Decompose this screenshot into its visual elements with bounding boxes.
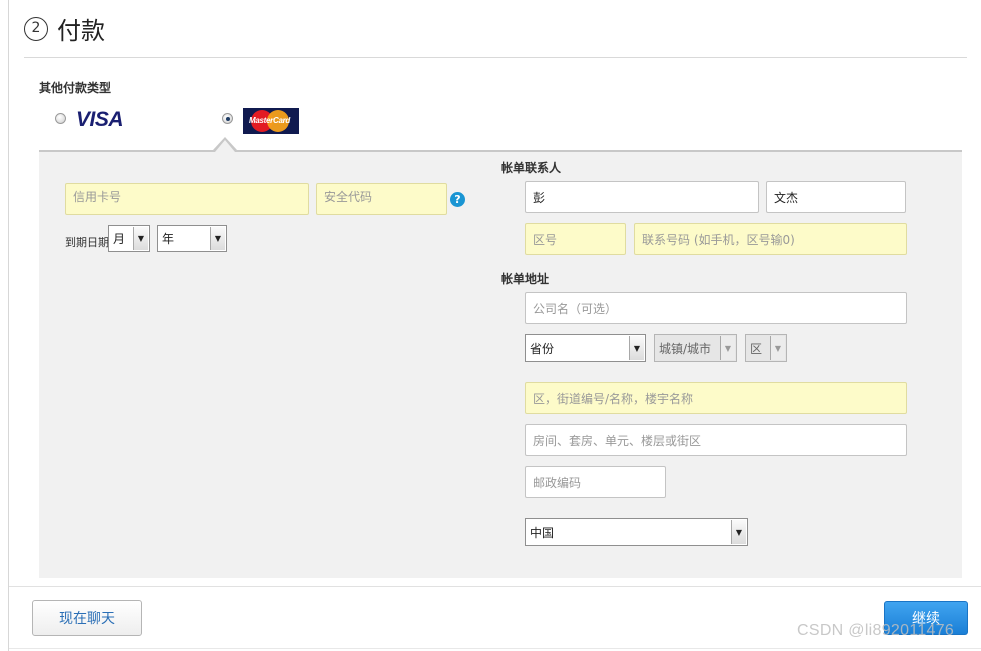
city-value: 城镇/城市 (659, 341, 712, 356)
expiry-year-select[interactable]: 年 ▼ (157, 225, 227, 252)
billing-address-label: 帐单地址 (501, 272, 550, 286)
mastercard-radio[interactable] (222, 113, 233, 124)
security-code-placeholder: 安全代码 (324, 190, 373, 204)
first-name-value: 文杰 (774, 190, 799, 205)
mastercard-logo[interactable]: MasterCard (243, 108, 299, 134)
phone-number-placeholder: 联系号码 (如手机，区号输0) (642, 232, 795, 247)
province-value: 省份 (530, 341, 555, 356)
help-icon[interactable]: ? (450, 192, 465, 207)
first-name-input[interactable]: 文杰 (766, 181, 906, 213)
chevron-down-icon: ▼ (133, 227, 148, 250)
expiry-month-select[interactable]: 月 ▼ (108, 225, 150, 252)
company-name-placeholder: 公司名（可选） (533, 301, 618, 316)
room-unit-placeholder: 房间、套房、单元、楼层或街区 (533, 433, 702, 448)
city-select: 城镇/城市 ▼ (654, 334, 737, 362)
expiry-date-label: 到期日期 (65, 236, 109, 249)
last-name-input[interactable]: 彭 (525, 181, 759, 213)
visa-radio[interactable] (55, 113, 66, 124)
watermark: CSDN @li892011476 (797, 622, 955, 639)
postal-code-input[interactable]: 邮政编码 (525, 466, 666, 498)
page-left-border (8, 0, 9, 651)
area-code-placeholder: 区号 (533, 232, 558, 247)
chevron-down-icon: ▼ (210, 227, 225, 250)
room-unit-input[interactable]: 房间、套房、单元、楼层或街区 (525, 424, 907, 456)
postal-code-placeholder: 邮政编码 (533, 475, 582, 490)
street-address-input[interactable]: 区，街道编号/名称，楼宇名称 (525, 382, 907, 414)
country-value: 中国 (530, 525, 555, 540)
footer-divider (9, 586, 981, 587)
province-select[interactable]: 省份 ▼ (525, 334, 646, 362)
phone-number-input[interactable]: 联系号码 (如手机，区号输0) (634, 223, 907, 255)
area-code-input[interactable]: 区号 (525, 223, 626, 255)
header-divider (24, 57, 967, 58)
chevron-down-icon: ▼ (720, 336, 735, 360)
card-number-input[interactable]: 信用卡号 (65, 183, 309, 215)
card-number-placeholder: 信用卡号 (73, 190, 122, 204)
expiry-year-value: 年 (162, 232, 175, 246)
chevron-down-icon: ▼ (770, 336, 785, 360)
page-title: 付款 (57, 17, 105, 45)
panel-top-border (39, 150, 962, 152)
company-name-input[interactable]: 公司名（可选） (525, 292, 907, 324)
chevron-down-icon: ▼ (731, 520, 746, 544)
chevron-down-icon: ▼ (629, 336, 644, 360)
footer-bottom-border (9, 648, 981, 649)
other-payment-types-label: 其他付款类型 (39, 81, 112, 95)
step-number-badge: 2 (24, 17, 48, 41)
expiry-month-value: 月 (113, 232, 126, 246)
security-code-input[interactable]: 安全代码 (316, 183, 447, 215)
country-select[interactable]: 中国 ▼ (525, 518, 748, 546)
district-value: 区 (750, 341, 763, 356)
last-name-value: 彭 (533, 190, 546, 205)
district-select: 区 ▼ (745, 334, 787, 362)
visa-logo[interactable]: VISA (76, 108, 124, 132)
chat-now-button[interactable]: 现在聊天 (32, 600, 142, 636)
street-address-placeholder: 区，街道编号/名称，楼宇名称 (533, 391, 694, 406)
billing-contact-label: 帐单联系人 (501, 161, 562, 175)
